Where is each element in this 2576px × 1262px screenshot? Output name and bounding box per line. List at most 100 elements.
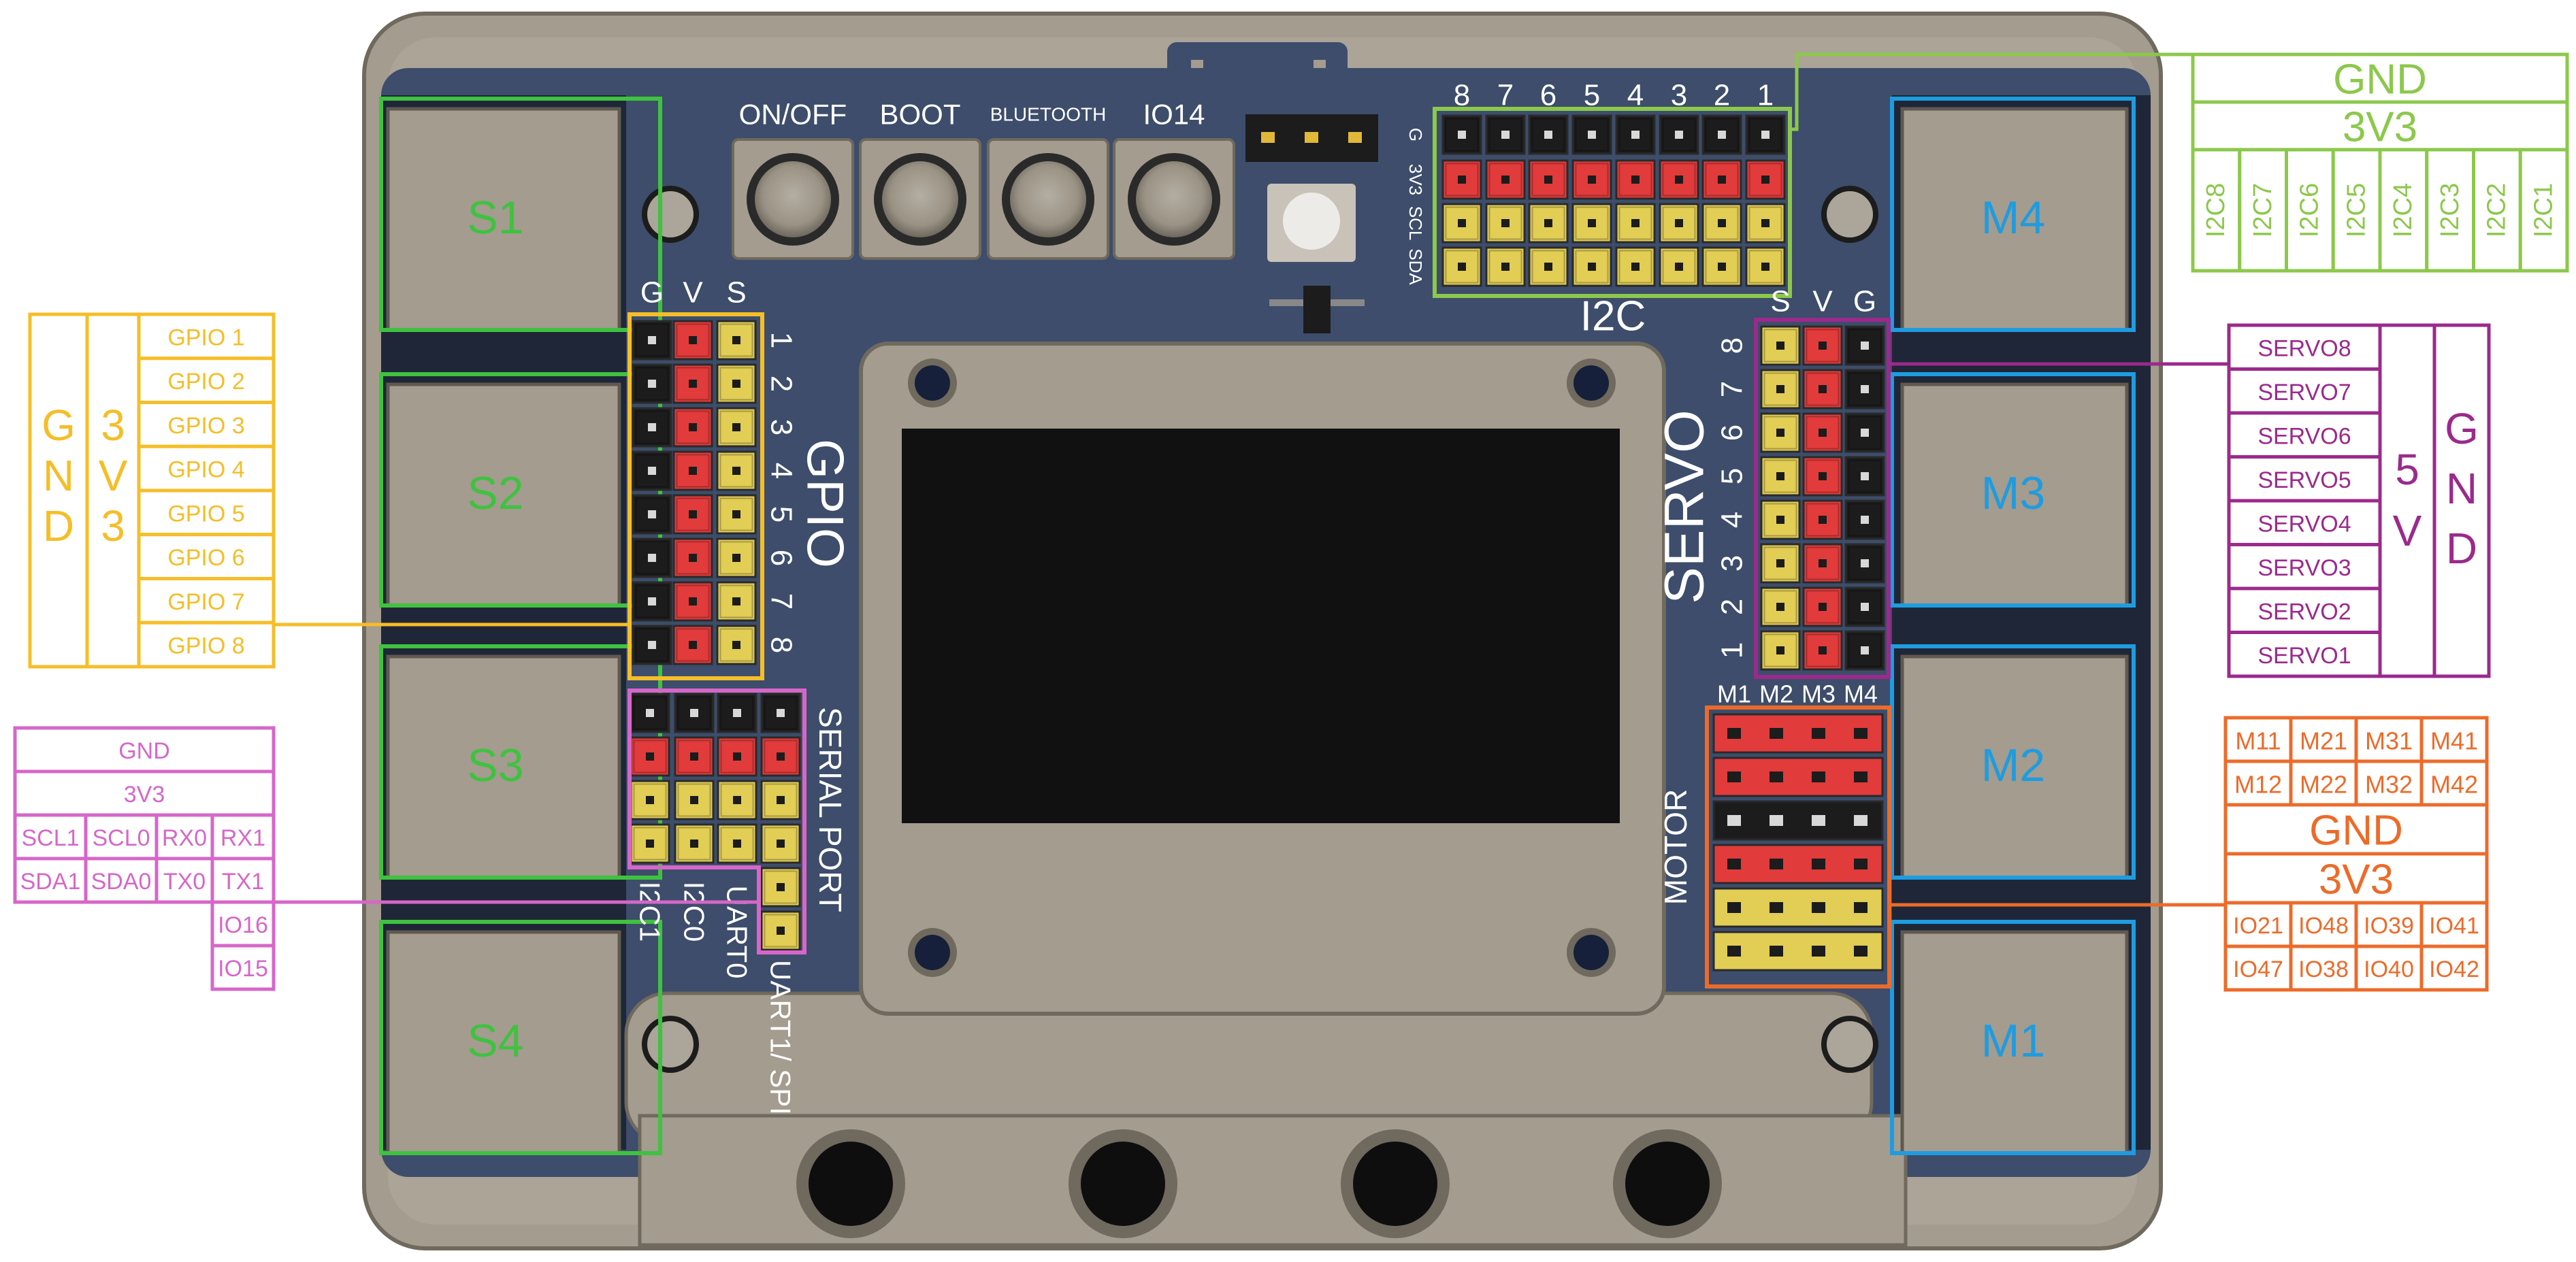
serial-pin — [674, 693, 715, 733]
serial-pin — [717, 736, 757, 777]
motor-legend-item-text: IO40 — [2364, 957, 2414, 982]
gpio-pin — [716, 581, 757, 622]
serial-legend-item-text: SCL1 — [21, 825, 79, 851]
gpio-pin — [716, 494, 757, 535]
i2c-legend-item: I2C6 — [2296, 183, 2324, 237]
serial-pin — [630, 780, 670, 820]
servo-port-s4[interactable]: S4 — [379, 920, 662, 1155]
motor-legend-item-text: IO48 — [2298, 913, 2349, 939]
motor-col-label: M2 — [1759, 680, 1793, 708]
servo-pin — [1844, 412, 1885, 453]
button-label: BLUETOOTH — [990, 104, 1107, 125]
button-label: IO14 — [1143, 99, 1205, 131]
motor-legend-3v3-text: 3V3 — [2319, 857, 2394, 903]
serial-pin — [674, 780, 715, 820]
gpio-title: GPIO — [796, 439, 854, 568]
motor-port-m2[interactable]: M2 — [1890, 644, 2136, 880]
motor-col-label: M1 — [1717, 680, 1751, 708]
motor-port-label: M4 — [1981, 192, 2045, 244]
motor-legend-item-text: IO42 — [2429, 957, 2479, 982]
serial-pin — [717, 693, 757, 733]
i2c-pin — [1701, 246, 1742, 287]
motor-col-label: M4 — [1844, 680, 1878, 708]
servo-pin — [1844, 543, 1885, 584]
gpio-pin — [632, 320, 672, 361]
gpio-legend-gnd: D — [43, 501, 74, 550]
motor-legend-item-text: M41 — [2430, 727, 2478, 755]
button-onoff[interactable]: ON/OFF — [732, 99, 854, 260]
gpio-pin — [632, 363, 672, 404]
motor-pin — [1727, 771, 1741, 782]
i2c-pin — [1745, 246, 1786, 287]
i2c-pin — [1528, 203, 1569, 244]
motor-pin — [1770, 859, 1783, 869]
servo-col-label: G — [1853, 285, 1876, 318]
i2c-pin — [1701, 203, 1742, 244]
gpio-pin — [716, 320, 757, 361]
serial-legend-item-text: RX1 — [221, 825, 265, 851]
i2c-row-label: SDA — [1405, 248, 1426, 285]
i2c-pin — [1441, 114, 1482, 155]
servo-row-label: 6 — [1716, 425, 1749, 441]
i2c-pin — [1615, 114, 1656, 155]
gpio-col-label: G — [640, 276, 664, 310]
gpio-row-label: 4 — [765, 463, 798, 479]
motor-pin — [1770, 946, 1783, 957]
i2c-legend-3v3-text: 3V3 — [2343, 104, 2417, 151]
i2c-pin — [1745, 159, 1786, 200]
motor-port-m4[interactable]: M4 — [1890, 97, 2136, 332]
motor-legend-item-text: IO47 — [2233, 957, 2283, 982]
servo-legend-5v: V — [2393, 506, 2422, 555]
servo-col-label: V — [1812, 285, 1833, 318]
i2c-pin — [1615, 159, 1656, 200]
servo-port-s1[interactable]: S1 — [379, 97, 662, 332]
i2c-row-label: G — [1405, 128, 1426, 142]
i2c-pin — [1485, 246, 1526, 287]
i2c-pin — [1659, 203, 1699, 244]
serial-pin — [760, 780, 801, 820]
gpio-legend-item-text: GPIO 4 — [167, 457, 244, 483]
i2c-pin — [1528, 159, 1569, 200]
motor-legend-item-text: IO41 — [2429, 913, 2479, 939]
gpio-pin — [716, 363, 757, 404]
servo-title: SERVO — [1654, 410, 1716, 604]
gpio-pin — [716, 537, 757, 578]
servo-legend-gnd: G — [2445, 404, 2479, 453]
serial-legend-item-text: SCL0 — [92, 825, 150, 851]
i2c-pin — [1485, 114, 1526, 155]
motor-port-m3[interactable]: M3 — [1890, 372, 2136, 608]
motor-port-label: M1 — [1981, 1015, 2045, 1067]
motor-pin — [1770, 815, 1783, 826]
servo-pin — [1802, 543, 1843, 584]
serial-pin — [760, 910, 801, 951]
motor-port-m1[interactable]: M1 — [1890, 920, 2136, 1155]
i2c-pin — [1528, 114, 1569, 155]
i2c-pin — [1659, 246, 1699, 287]
servo-pin — [1760, 543, 1801, 584]
gpio-pin — [632, 494, 672, 535]
serial-legend-item-text: IO15 — [218, 956, 268, 982]
serial-label-i2c0: I2C0 — [679, 882, 711, 942]
motor-pin — [1770, 902, 1783, 913]
servo-port-s2[interactable]: S2 — [379, 372, 662, 608]
serial-pin — [674, 823, 715, 864]
servo-legend-item-text: SERVO4 — [2257, 511, 2351, 537]
servo-pin — [1844, 456, 1885, 497]
i2c-pin — [1571, 159, 1612, 200]
i2c-pin — [1571, 203, 1612, 244]
motor-col-label: M3 — [1801, 680, 1836, 708]
i2c-row-label: 3V3 — [1405, 164, 1426, 195]
motor-pin — [1812, 946, 1825, 957]
servo-port-s3[interactable]: S3 — [379, 644, 662, 880]
motor-legend-item-text: M42 — [2430, 771, 2478, 799]
serial-legend-gnd-text: GND — [118, 738, 170, 764]
i2c-pin — [1745, 114, 1786, 155]
i2c-legend-gnd-text: GND — [2333, 56, 2427, 103]
serial-legend-item-text: SDA1 — [20, 869, 81, 895]
display — [859, 342, 1666, 1016]
i2c-pin — [1745, 203, 1786, 244]
motor-legend-item-text: M31 — [2365, 727, 2413, 755]
serial-legend-item-text: IO16 — [218, 912, 268, 938]
motor-legend-item-text: IO39 — [2364, 913, 2414, 939]
gpio-pin — [672, 581, 713, 622]
